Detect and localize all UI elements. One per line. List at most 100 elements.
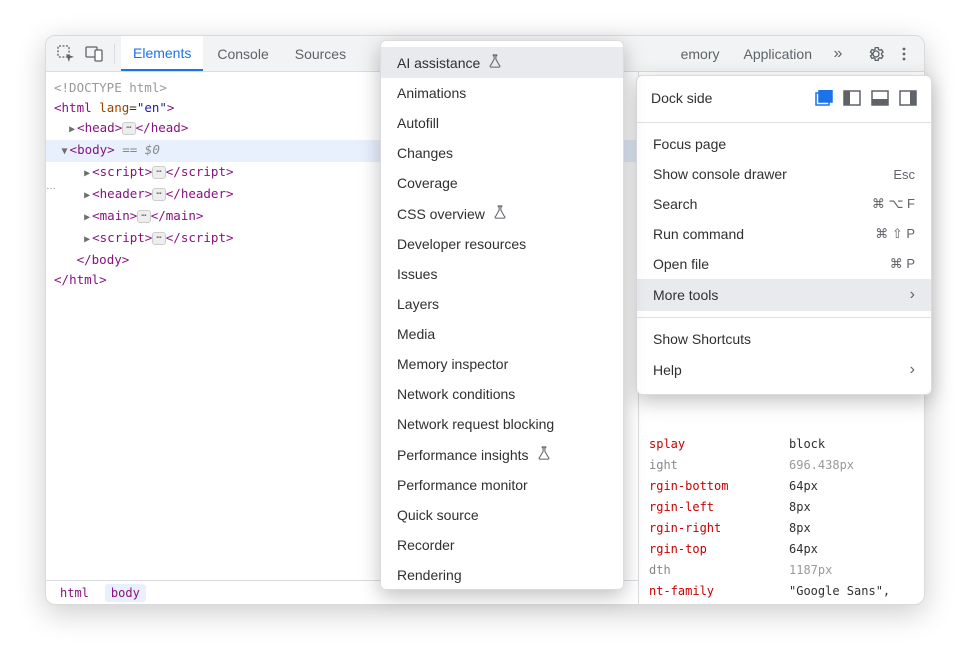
more-tools-submenu: AI assistance Animations Autofill Changes Co… — [380, 40, 624, 590]
submenu-item-animations[interactable]: Animations — [381, 78, 623, 108]
dock-icons — [815, 90, 917, 106]
submenu-item-label: Coverage — [397, 175, 458, 191]
menu-item-label: Show Shortcuts — [653, 331, 915, 347]
tabs-overflow-icon[interactable]: » — [824, 40, 852, 68]
submenu-item-performance-monitor[interactable]: Performance monitor — [381, 470, 623, 500]
selection-indicator-icon: … — [46, 181, 57, 192]
property-name: rgin-bottom — [649, 476, 789, 497]
submenu-item-label: Network request blocking — [397, 416, 554, 432]
submenu-item-label: Quick source — [397, 507, 479, 523]
dock-undock-icon[interactable] — [815, 90, 833, 106]
menu-divider — [637, 122, 931, 123]
submenu-item-label: Developer resources — [397, 236, 526, 252]
submenu-item-network-request-blocking[interactable]: Network request blocking — [381, 409, 623, 439]
submenu-item-media[interactable]: Media — [381, 319, 623, 349]
property-name: rgin-top — [649, 539, 789, 560]
menu-item-run-command[interactable]: Run command⌘ ⇧ P — [637, 219, 931, 249]
submenu-item-label: AI assistance — [397, 55, 480, 71]
submenu-item-css-overview[interactable]: CSS overview — [381, 198, 623, 229]
menu-divider — [637, 317, 931, 318]
kebab-menu-icon[interactable] — [890, 40, 918, 68]
submenu-item-performance-insights[interactable]: Performance insights — [381, 439, 623, 470]
computed-row: rgin-right8px — [649, 518, 914, 539]
submenu-item-coverage[interactable]: Coverage — [381, 168, 623, 198]
dock-side-row: Dock side — [637, 84, 931, 116]
submenu-item-layers[interactable]: Layers — [381, 289, 623, 319]
property-value: 16px — [789, 602, 818, 604]
computed-row: splayblock — [649, 434, 914, 455]
tab-elements[interactable]: Elements — [121, 36, 203, 71]
dock-right-icon[interactable] — [899, 90, 917, 106]
menu-item-open-file[interactable]: Open file⌘ P — [637, 249, 931, 279]
menu-item-search[interactable]: Search⌘ ⌥ F — [637, 189, 931, 219]
computed-row: dth1187px — [649, 560, 914, 581]
submenu-item-label: CSS overview — [397, 206, 485, 222]
submenu-item-memory-inspector[interactable]: Memory inspector — [381, 349, 623, 379]
property-name: ight — [649, 455, 789, 476]
tab-sources[interactable]: Sources — [283, 36, 358, 71]
computed-row: rgin-top64px — [649, 539, 914, 560]
doctype-text: <!DOCTYPE html> — [54, 80, 167, 95]
computed-row: rgin-left8px — [649, 497, 914, 518]
menu-item-label: Search — [653, 196, 872, 212]
submenu-item-label: Changes — [397, 145, 453, 161]
tab-console[interactable]: Console — [205, 36, 280, 71]
dock-left-icon[interactable] — [843, 90, 861, 106]
property-name: rgin-left — [649, 497, 789, 518]
submenu-item-changes[interactable]: Changes — [381, 138, 623, 168]
property-value: "Google Sans", — [789, 581, 890, 602]
submenu-item-label: Rendering — [397, 567, 462, 583]
submenu-item-recorder[interactable]: Recorder — [381, 530, 623, 560]
property-name: dth — [649, 560, 789, 581]
menu-item-show-shortcuts[interactable]: Show Shortcuts — [637, 324, 931, 354]
submenu-item-label: Media — [397, 326, 435, 342]
property-name: nt-family — [649, 581, 789, 602]
chevron-right-icon: › — [910, 286, 915, 304]
tabs-row: Elements Console Sources — [121, 36, 358, 71]
menu-item-label: Run command — [653, 226, 875, 242]
submenu-item-label: Performance monitor — [397, 477, 528, 493]
menu-item-focus-page[interactable]: Focus page — [637, 129, 931, 159]
menu-shortcut: ⌘ P — [890, 256, 915, 272]
property-value: block — [789, 434, 825, 455]
property-value: 8px — [789, 497, 811, 518]
submenu-item-autofill[interactable]: Autofill — [381, 108, 623, 138]
dock-side-label: Dock side — [651, 90, 815, 106]
tab-application[interactable]: Application — [732, 36, 825, 71]
submenu-item-quick-source[interactable]: Quick source — [381, 500, 623, 530]
submenu-item-label: Animations — [397, 85, 466, 101]
divider — [114, 44, 115, 64]
menu-item-show-console-drawer[interactable]: Show console drawerEsc — [637, 159, 931, 189]
menu-item-help[interactable]: Help› — [637, 354, 931, 386]
inspect-element-icon[interactable] — [52, 40, 80, 68]
submenu-item-developer-resources[interactable]: Developer resources — [381, 229, 623, 259]
menu-item-label: Focus page — [653, 136, 915, 152]
breadcrumb-html[interactable]: html — [54, 584, 95, 602]
computed-row: ight696.438px — [649, 455, 914, 476]
computed-row: nt-family"Google Sans", — [649, 581, 914, 602]
submenu-item-label: Network conditions — [397, 386, 515, 402]
menu-item-label: Open file — [653, 256, 890, 272]
menu-shortcut: ⌘ ⌥ F — [872, 196, 915, 212]
menu-item-label: Help — [653, 362, 910, 378]
submenu-item-network-conditions[interactable]: Network conditions — [381, 379, 623, 409]
property-value: 1187px — [789, 560, 832, 581]
submenu-item-issues[interactable]: Issues — [381, 259, 623, 289]
settings-gear-icon[interactable] — [862, 40, 890, 68]
flask-icon — [537, 446, 551, 463]
breadcrumb-body[interactable]: body — [105, 584, 146, 602]
tab-memory-clipped[interactable]: emory — [681, 36, 732, 71]
flask-icon — [488, 54, 502, 71]
submenu-item-label: Recorder — [397, 537, 455, 553]
computed-properties: splayblockight696.438pxrgin-bottom64pxrg… — [639, 430, 924, 604]
submenu-item-ai-assistance[interactable]: AI assistance — [381, 47, 623, 78]
property-value: 64px — [789, 476, 818, 497]
submenu-item-label: Performance insights — [397, 447, 529, 463]
menu-item-more-tools[interactable]: More tools› — [637, 279, 931, 311]
chevron-right-icon: › — [910, 361, 915, 379]
device-toggle-icon[interactable] — [80, 40, 108, 68]
submenu-item-rendering[interactable]: Rendering — [381, 560, 623, 590]
settings-menu: Dock side Focus page Show console drawerE… — [636, 75, 932, 395]
submenu-item-label: Memory inspector — [397, 356, 508, 372]
dock-bottom-icon[interactable] — [871, 90, 889, 106]
